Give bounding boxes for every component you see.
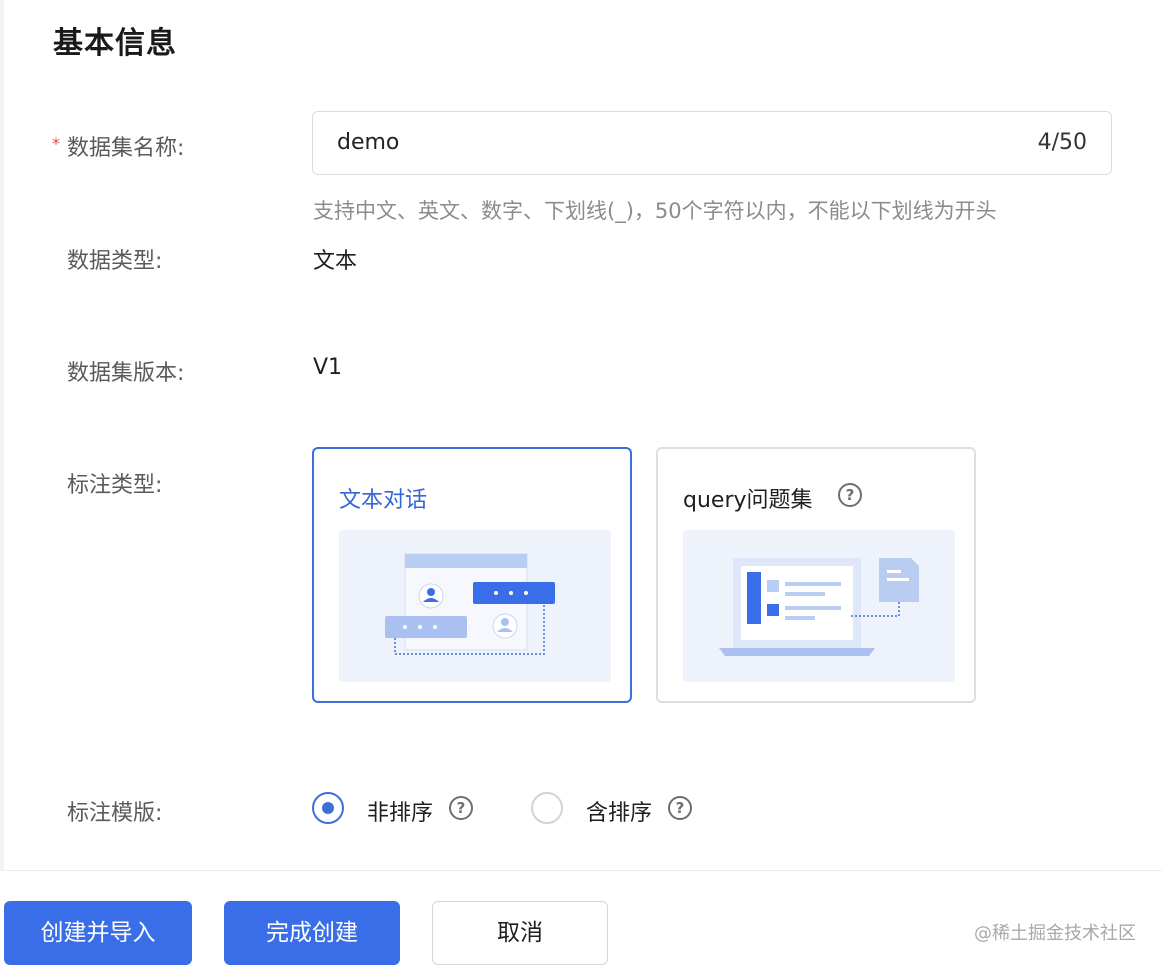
cancel-button[interactable]: 取消 bbox=[432, 901, 608, 965]
dataset-name-input[interactable]: demo 4/50 bbox=[312, 111, 1112, 175]
annotation-type-card-query[interactable]: query问题集 ? bbox=[656, 447, 976, 703]
radio-unsorted-label[interactable]: 非排序 bbox=[367, 795, 433, 827]
annotation-type-card-dialogue[interactable]: 文本对话 bbox=[312, 447, 632, 703]
dataset-name-value[interactable]: demo bbox=[337, 130, 399, 155]
left-edge-divider bbox=[0, 0, 4, 870]
question-circle-icon[interactable]: ? bbox=[668, 796, 692, 820]
query-illustration bbox=[683, 530, 955, 682]
char-counter: 4/50 bbox=[1037, 130, 1087, 155]
card-title: 文本对话 bbox=[339, 488, 428, 513]
annotation-type-label: 标注类型: bbox=[67, 473, 163, 498]
version-label: 数据集版本: bbox=[67, 361, 185, 386]
section-title: 基本信息 bbox=[53, 26, 177, 61]
radio-sorted-label[interactable]: 含排序 bbox=[586, 795, 652, 827]
dialogue-illustration bbox=[339, 530, 611, 682]
finish-create-button[interactable]: 完成创建 bbox=[224, 901, 400, 965]
dataset-name-label: 数据集名称: bbox=[67, 136, 185, 161]
question-circle-icon[interactable]: ? bbox=[449, 796, 473, 820]
form-page: 基本信息 * 数据集名称: demo 4/50 支持中文、英文、数字、下划线(_… bbox=[0, 0, 1162, 870]
template-label: 标注模版: bbox=[67, 801, 163, 826]
data-type-label: 数据类型: bbox=[67, 249, 163, 274]
question-circle-icon[interactable]: ? bbox=[838, 483, 862, 507]
required-mark: * bbox=[52, 134, 60, 153]
create-and-import-button[interactable]: 创建并导入 bbox=[4, 901, 192, 965]
card-title: query问题集 bbox=[683, 488, 813, 513]
footer-bar: 创建并导入 完成创建 取消 @稀土掘金技术社区 bbox=[0, 870, 1162, 966]
dataset-name-hint: 支持中文、英文、数字、下划线(_)，50个字符以内，不能以下划线为开头 bbox=[313, 199, 997, 223]
version-value: V1 bbox=[313, 355, 343, 380]
radio-sorted[interactable] bbox=[531, 792, 563, 824]
radio-unsorted[interactable] bbox=[312, 792, 344, 824]
data-type-value: 文本 bbox=[313, 249, 358, 274]
watermark: @稀土掘金技术社区 bbox=[974, 923, 1136, 944]
